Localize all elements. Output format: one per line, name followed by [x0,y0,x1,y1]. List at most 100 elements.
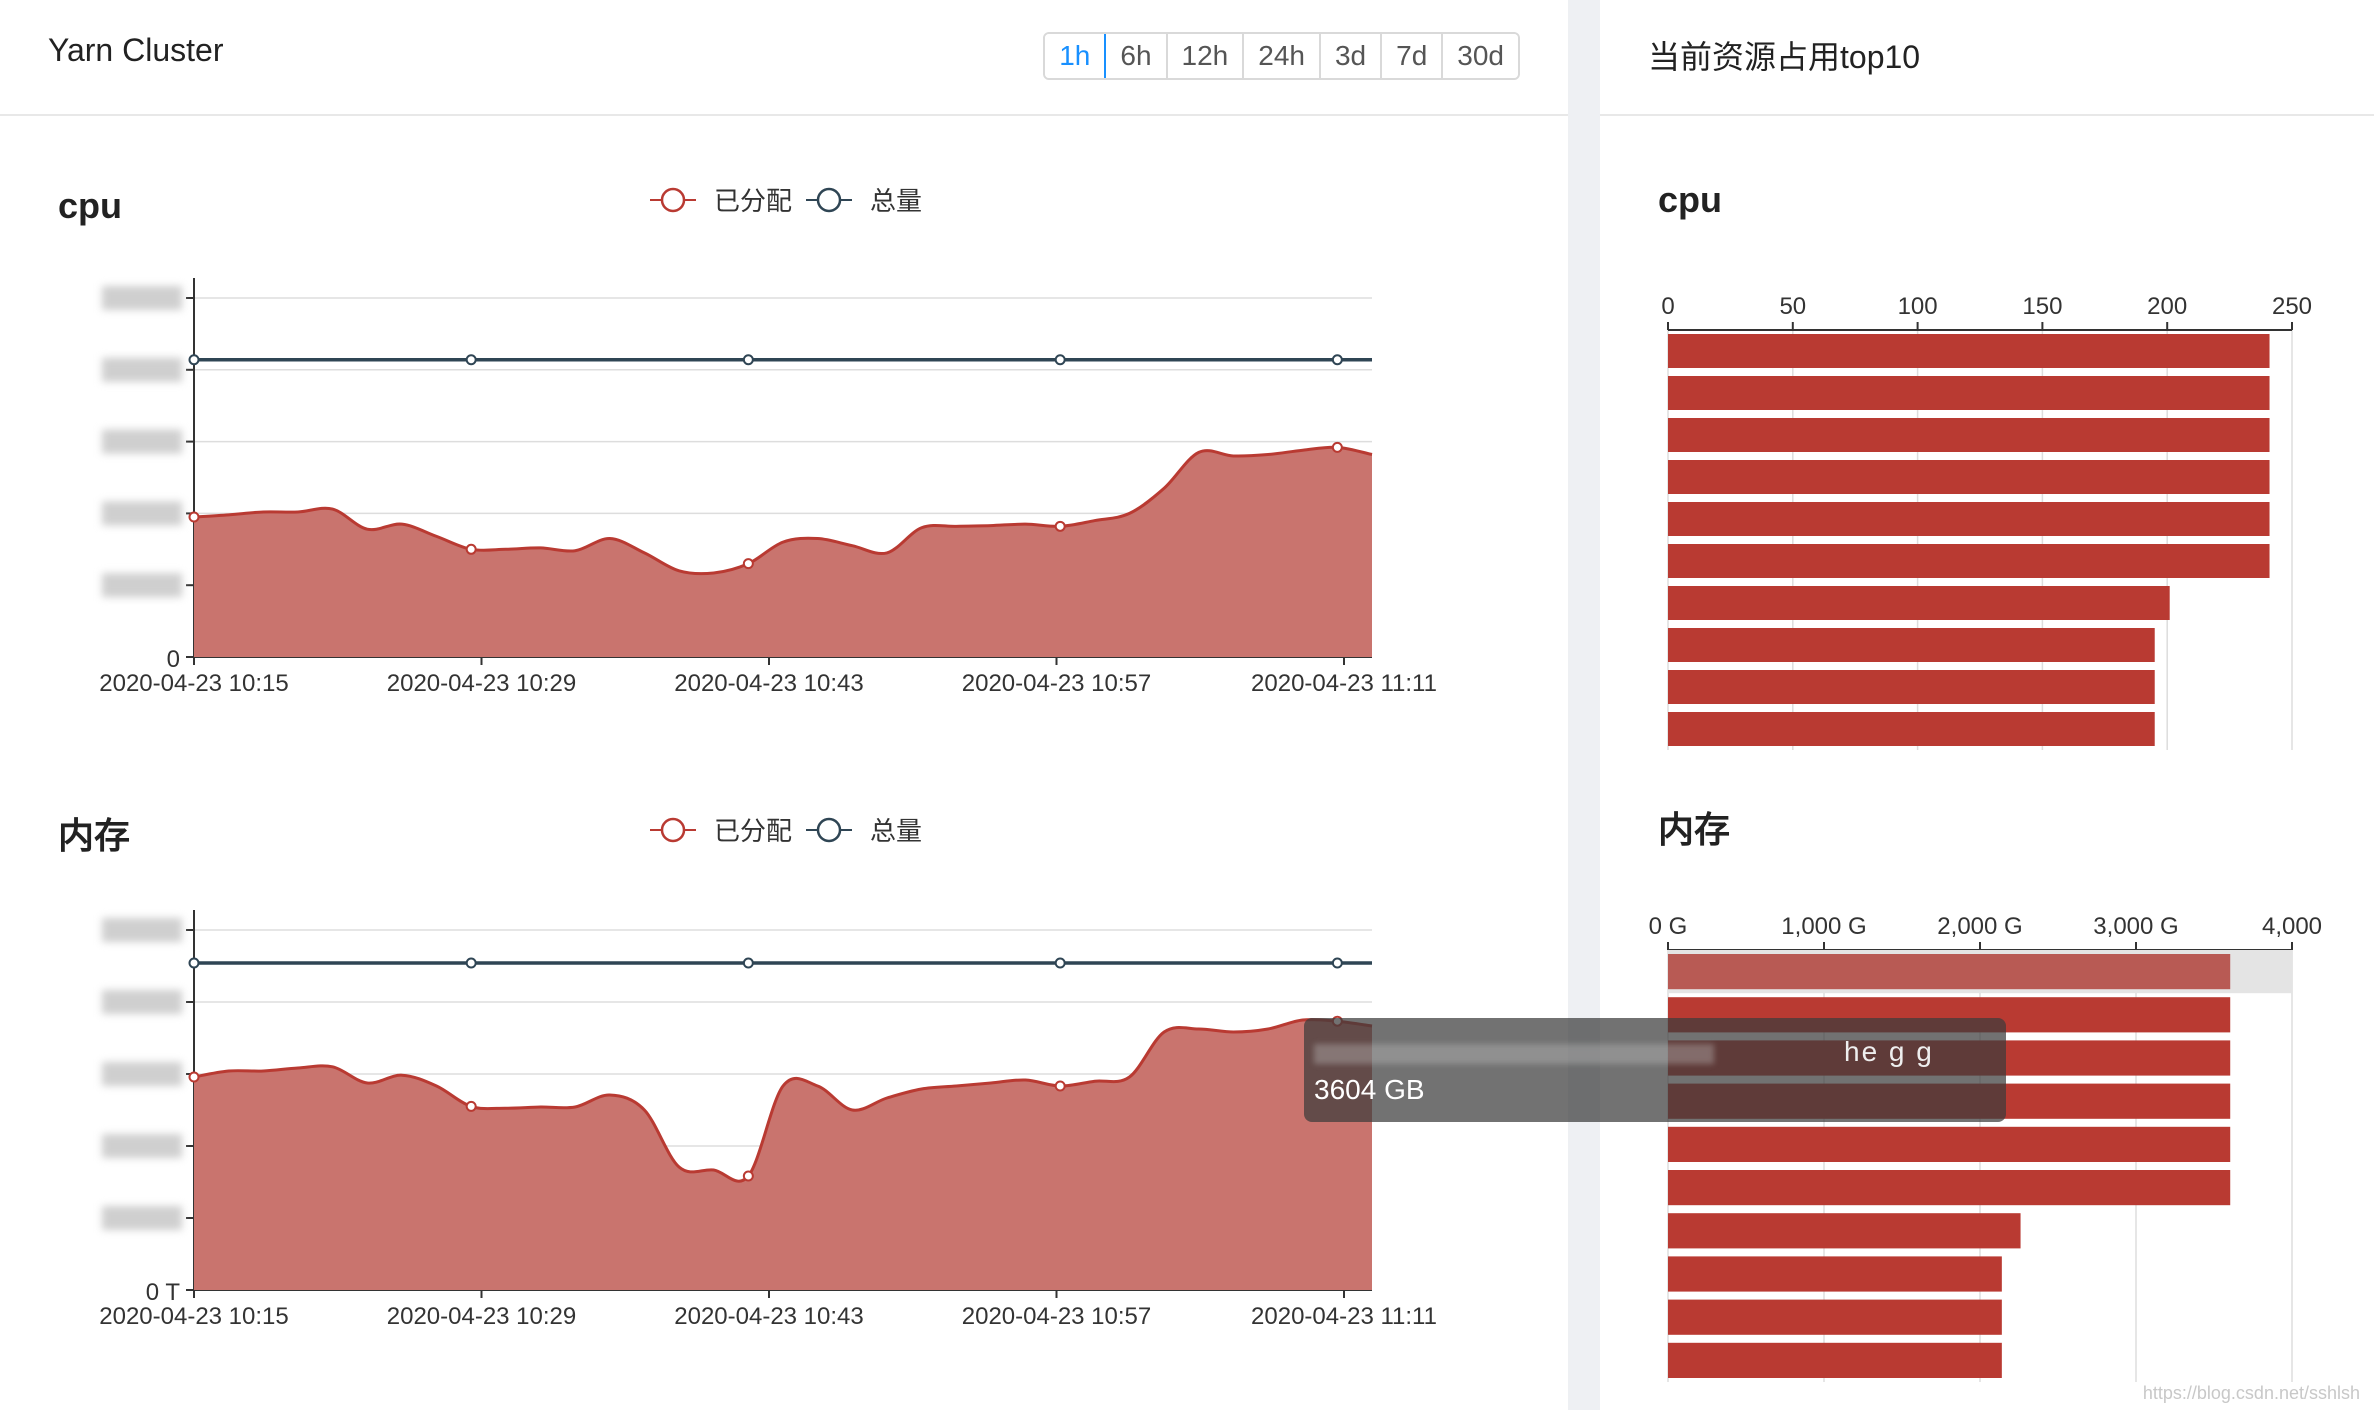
bar [1668,1126,2231,1162]
allocated-point [465,543,477,555]
legend-label: 总量 [870,816,922,846]
allocated-area [194,447,1372,657]
y-label-blurred [102,501,182,526]
x-tick-label: 250 [2272,293,2312,320]
bar [1668,1342,2002,1378]
allocated-point [742,558,754,570]
x-tick-label: 2020-04-23 11:11 [1251,670,1437,697]
allocated-point [742,1170,754,1182]
bar [1668,418,2270,452]
y-label-blurred [102,1134,182,1158]
bar [1668,1299,2002,1335]
total-point [188,957,200,969]
y-label-blurred [102,990,182,1014]
total-point [1054,354,1066,366]
y-label-blurred [102,573,182,598]
allocated-point [465,1100,477,1112]
x-tick-label: 2020-04-23 10:29 [387,670,577,697]
range-button-7d[interactable]: 7d [1382,34,1444,78]
chart-tooltip: he g g 3604 GB [1304,1018,2006,1122]
time-range-selector: 1h 6h 12h 24h 3d 7d 30d [1043,32,1520,80]
range-button-12h[interactable]: 12h [1167,34,1245,78]
x-tick-label: 0 [1661,293,1674,320]
range-button-3d[interactable]: 3d [1320,34,1383,78]
watermark: https://blog.csdn.net/sshlsh [2142,1383,2360,1403]
x-tick-label: 2020-04-23 11:11 [1251,1303,1437,1330]
x-tick-label: 0 G [1649,913,1688,940]
legend-label: 已分配 [714,816,792,846]
bar [1668,670,2155,704]
x-tick-label: 1,000 G [1781,913,1866,940]
x-tick-label: 4,000 [2262,913,2322,940]
chart-title: 内存 [1658,809,1730,850]
top10-title: 当前资源占用top10 [1648,39,1921,75]
x-tick-label: 2020-04-23 10:15 [99,670,289,697]
x-tick-label: 200 [2147,293,2187,320]
allocated-area [194,1019,1372,1290]
bar [1668,1170,2231,1206]
y-tick-label: 0 [167,646,180,673]
y-label-blurred [102,429,182,454]
bar [1668,544,2270,578]
y-label-blurred [102,1062,182,1086]
x-tick-label: 3,000 G [2093,913,2178,940]
chart-title: 内存 [58,815,130,856]
total-point [742,354,754,366]
x-tick-label: 2020-04-23 10:29 [387,1303,577,1330]
total-point [1331,957,1343,969]
x-tick-label: 2020-04-23 10:57 [962,670,1152,697]
y-label-blurred [102,357,182,382]
chart-title: cpu [58,185,122,226]
range-button-24h[interactable]: 24h [1244,34,1321,78]
legend-label: 总量 [870,186,922,216]
legend-marker [660,817,686,843]
x-tick-label: 2020-04-23 10:43 [674,670,864,697]
bar [1668,334,2270,368]
total-point [1054,957,1066,969]
y-label-blurred [102,918,182,942]
total-point [188,354,200,366]
top10-panel-header: 当前资源占用top10 [1600,0,2374,116]
y-tick-label: 0 T [146,1279,181,1306]
tooltip-value: 3604 GB [1314,1074,1425,1105]
cluster-panel-header: Yarn Cluster 1h 6h 12h 24h 3d 7d 30d [0,0,1568,116]
y-label-blurred [102,1206,182,1230]
bar [1668,460,2270,494]
bar [1668,502,2270,536]
bar [1668,712,2155,746]
tooltip-blurred-name [1314,1044,1714,1064]
x-tick-label: 150 [2022,293,2062,320]
bar [1668,628,2155,662]
x-tick-label: 2020-04-23 10:57 [962,1303,1152,1330]
legend-marker [660,187,686,213]
x-tick-label: 2,000 G [1937,913,2022,940]
allocated-point [1054,1080,1066,1092]
range-button-1h[interactable]: 1h [1045,34,1107,78]
range-button-30d[interactable]: 30d [1443,34,1518,78]
bar [1668,376,2270,410]
tooltip-series-name: he g g [1844,1036,1934,1067]
bar [1668,586,2170,620]
x-tick-label: 50 [1779,293,1806,320]
total-point [742,957,754,969]
cpu-top10-bar-chart: cpu 0 50 100 150 200 250 [1658,179,2312,750]
total-point [465,354,477,366]
bar [1668,1256,2002,1292]
allocated-point [188,1071,200,1083]
total-point [465,957,477,969]
page-title: Yarn Cluster [48,32,224,68]
allocated-point [1331,441,1343,453]
chart-title: cpu [1658,179,1722,220]
allocated-point [1054,520,1066,532]
legend-marker [816,187,842,213]
allocated-point [188,511,200,523]
legend-marker [816,817,842,843]
x-tick-label: 100 [1898,293,1938,320]
legend-label: 已分配 [714,186,792,216]
x-tick-label: 2020-04-23 10:43 [674,1303,864,1330]
y-label-blurred [102,286,182,310]
range-button-6h[interactable]: 6h [1106,34,1168,78]
bar [1668,1213,2021,1249]
total-point [1331,354,1343,366]
bar [1668,954,2231,990]
